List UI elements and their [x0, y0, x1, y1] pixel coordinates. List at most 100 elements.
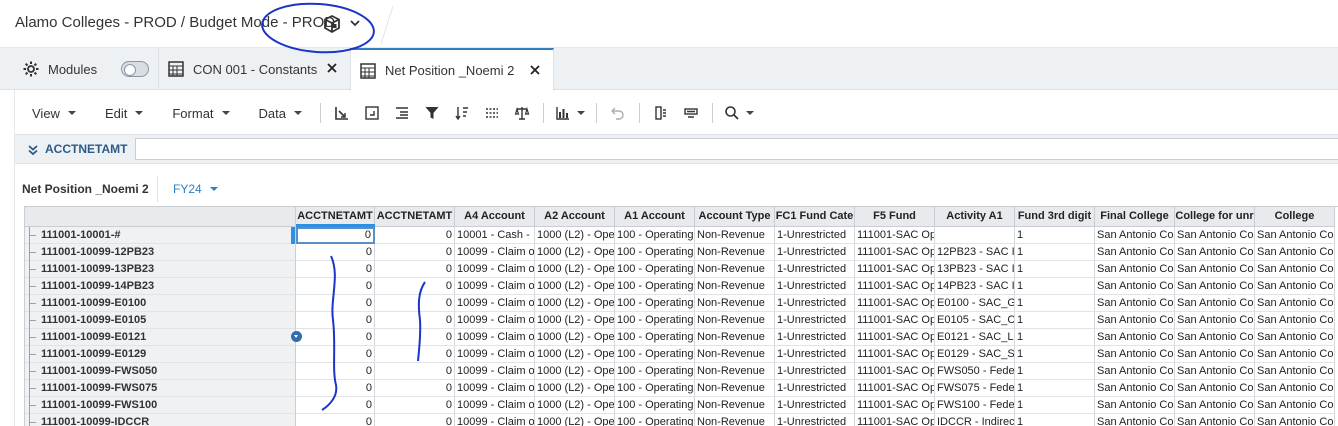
grid-cell[interactable]: 1	[1015, 363, 1095, 380]
grid-cell[interactable]: 111001-SAC Op	[855, 261, 935, 278]
balance-button[interactable]	[507, 99, 537, 127]
grid-cell[interactable]: San Antonio Co	[1095, 278, 1175, 295]
grid-cell[interactable]: 100 - Operating	[615, 414, 695, 426]
grid-cell[interactable]: 0	[375, 295, 455, 312]
grid-cell[interactable]: FWS050 - Fede	[935, 363, 1015, 380]
grid-cell[interactable]: San Antonio Co	[1255, 346, 1335, 363]
grid-cell[interactable]: Non-Revenue	[695, 312, 775, 329]
grid-cell[interactable]: 1000 (L2) - Ope	[535, 397, 615, 414]
chart-button[interactable]	[550, 99, 590, 127]
grid-cell[interactable]: 111001-SAC Op	[855, 278, 935, 295]
grid-cell[interactable]: 10099 - Claim o	[455, 363, 535, 380]
grid-cell[interactable]: San Antonio Co	[1255, 295, 1335, 312]
grid-cell[interactable]: 1	[1015, 244, 1095, 261]
menu-view[interactable]: View	[32, 106, 76, 121]
column-header[interactable]: Final College	[1095, 207, 1175, 227]
grid-cell[interactable]: 111001-SAC Op	[855, 414, 935, 426]
grid-cell[interactable]: San Antonio Co	[1175, 380, 1255, 397]
grid-cell[interactable]: IDCCR - Indirec	[935, 414, 1015, 426]
close-icon[interactable]	[324, 60, 340, 76]
grid-cell[interactable]: 0	[375, 414, 455, 426]
grid-cell[interactable]: 0	[296, 312, 375, 329]
grid-cell[interactable]: 100 - Operating	[615, 295, 695, 312]
column-header[interactable]: College for unr	[1175, 207, 1255, 227]
grid-cell[interactable]: San Antonio Co	[1255, 329, 1335, 346]
grid-cell[interactable]: 10099 - Claim o	[455, 329, 535, 346]
grid-cell[interactable]: 1	[1015, 227, 1095, 244]
menu-data[interactable]: Data	[259, 106, 302, 121]
grid-cell[interactable]: Non-Revenue	[695, 329, 775, 346]
grid-cell[interactable]: 10099 - Claim o	[455, 261, 535, 278]
column-header[interactable]: F5 Fund	[855, 207, 935, 227]
grid-cell[interactable]: Non-Revenue	[695, 295, 775, 312]
grid-cell[interactable]: 111001-SAC Op	[855, 227, 935, 244]
grid-cell[interactable]: San Antonio Co	[1175, 363, 1255, 380]
grid-cell[interactable]: 1000 (L2) - Ope	[535, 278, 615, 295]
grid-cell[interactable]: San Antonio Co	[1095, 244, 1175, 261]
grid-cell[interactable]: San Antonio Co	[1095, 261, 1175, 278]
grid-cell[interactable]: San Antonio Co	[1095, 346, 1175, 363]
grid-cell[interactable]: 111001-SAC Op	[855, 312, 935, 329]
grid-cell[interactable]: 1-Unrestricted	[775, 414, 855, 426]
grid-cell[interactable]: 0	[375, 346, 455, 363]
grid-cell[interactable]: 1000 (L2) - Ope	[535, 414, 615, 426]
grid-cell[interactable]: 1	[1015, 312, 1095, 329]
grid-cell[interactable]: 1000 (L2) - Ope	[535, 329, 615, 346]
grid-cell[interactable]: Non-Revenue	[695, 227, 775, 244]
chevron-down-icon[interactable]	[348, 16, 362, 30]
grid-cell[interactable]: 13PB23 - SAC I	[935, 261, 1015, 278]
grid-cell[interactable]: 1-Unrestricted	[775, 278, 855, 295]
grid-cell[interactable]: 0	[296, 261, 375, 278]
grid-cell[interactable]: Non-Revenue	[695, 414, 775, 426]
grid-cell[interactable]: 1000 (L2) - Ope	[535, 380, 615, 397]
grid-cell[interactable]: 1	[1015, 414, 1095, 426]
grid-cell[interactable]: Non-Revenue	[695, 261, 775, 278]
grid-cell[interactable]: San Antonio Co	[1095, 414, 1175, 426]
column-header[interactable]: ACCTNETAMT	[375, 207, 455, 227]
grid-cell[interactable]: San Antonio Co	[1255, 363, 1335, 380]
grid-cell[interactable]: 111001-SAC Op	[855, 380, 935, 397]
column-header[interactable]: A2 Account	[535, 207, 615, 227]
grid-cell[interactable]: FWS075 - Fede	[935, 380, 1015, 397]
view-button[interactable]	[676, 99, 706, 127]
grid-cell[interactable]: 1-Unrestricted	[775, 312, 855, 329]
modules-toggle[interactable]	[121, 61, 150, 77]
grid-cell[interactable]: 1000 (L2) - Ope	[535, 244, 615, 261]
grid-cell[interactable]: 1000 (L2) - Ope	[535, 363, 615, 380]
grid-cell[interactable]: FWS100 - Fede	[935, 397, 1015, 414]
columns-button[interactable]	[477, 99, 507, 127]
fy-filter-dropdown[interactable]: FY24	[173, 182, 218, 196]
grid-cell[interactable]: 1000 (L2) - Ope	[535, 261, 615, 278]
grid-cell[interactable]: 100 - Operating	[615, 227, 695, 244]
grid-cell[interactable]: 111001-SAC Op	[855, 346, 935, 363]
grid-cell[interactable]: 1-Unrestricted	[775, 346, 855, 363]
grid-cell[interactable]: 14PB23 - SAC I	[935, 278, 1015, 295]
grid-cell[interactable]: 0	[375, 397, 455, 414]
grid-cell[interactable]: 111001-SAC Op	[855, 363, 935, 380]
grid-cell[interactable]: 100 - Operating	[615, 312, 695, 329]
column-header[interactable]: Account Type	[695, 207, 775, 227]
grid-cell[interactable]: 111001-SAC Op	[855, 295, 935, 312]
grid-cell[interactable]: E0121 - SAC_L	[935, 329, 1015, 346]
column-header[interactable]: A1 Account	[615, 207, 695, 227]
grid-cell[interactable]: 1	[1015, 329, 1095, 346]
cube-icon[interactable]	[322, 14, 342, 34]
grid-cell[interactable]: 0	[375, 380, 455, 397]
grid-cell[interactable]: San Antonio Co	[1255, 414, 1335, 426]
grid-cell[interactable]: 1	[1015, 397, 1095, 414]
grid-cell[interactable]: 10099 - Claim o	[455, 346, 535, 363]
grid-cell[interactable]: San Antonio Co	[1175, 397, 1255, 414]
grid-cell[interactable]: 0	[296, 278, 375, 295]
grid-cell[interactable]: 111001-SAC Op	[855, 329, 935, 346]
grid-cell[interactable]: 1	[1015, 346, 1095, 363]
grid-cell[interactable]: San Antonio Co	[1255, 261, 1335, 278]
double-chevron-down-icon[interactable]	[27, 144, 39, 156]
tab-modules[interactable]: Modules	[14, 48, 158, 90]
menu-format[interactable]: Format	[172, 106, 230, 121]
grid-cell[interactable]: 1000 (L2) - Ope	[535, 227, 615, 244]
grid-cell[interactable]	[935, 227, 1015, 244]
grid-cell[interactable]: San Antonio Co	[1095, 295, 1175, 312]
grid-cell[interactable]: San Antonio Co	[1095, 312, 1175, 329]
row-header[interactable]: 111001-10099-IDCCR	[25, 414, 296, 426]
filter-button[interactable]	[417, 99, 447, 127]
